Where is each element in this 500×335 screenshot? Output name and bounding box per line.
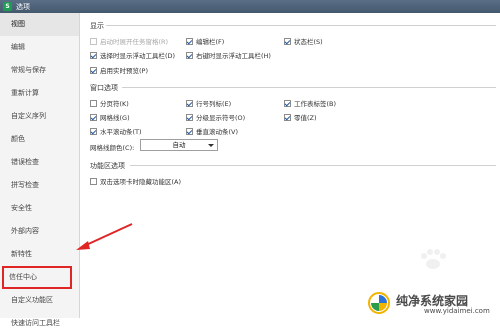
window-options-section-title: 窗口选项 (90, 84, 118, 92)
watermark-url: www.yidaimei.com (424, 307, 490, 315)
window-title: 选项 (16, 2, 30, 11)
sidebar-item-external-content[interactable]: 外部内容 (0, 220, 79, 243)
option-label: 启动时展开任务窗格(R) (100, 38, 169, 46)
option-label: 选择时显示浮动工具栏(D) (100, 52, 176, 60)
option-outline-symbols[interactable]: 分级显示符号(O) (186, 112, 245, 122)
option-label: 网格线(G) (100, 114, 130, 122)
sidebar-item-error-check[interactable]: 错误检查 (0, 151, 79, 174)
sidebar-item-edit[interactable]: 编辑 (0, 36, 79, 59)
checkbox[interactable] (90, 51, 97, 59)
option-select-floating-toolbar[interactable]: 选择时显示浮动工具栏(D) (90, 50, 175, 60)
sidebar-item-view[interactable]: 视图 (0, 13, 79, 36)
checkbox[interactable] (284, 113, 291, 121)
chevron-down-icon (208, 144, 214, 147)
sidebar-item-new-features[interactable]: 新特性 (0, 243, 79, 266)
sidebar-item-customize-ribbon[interactable]: 自定义功能区 (0, 289, 79, 312)
option-label: 工作表标签(B) (294, 100, 337, 108)
option-formula-bar[interactable]: 编辑栏(F) (186, 36, 224, 46)
checkbox[interactable] (90, 99, 97, 107)
sidebar-item-security[interactable]: 安全性 (0, 197, 79, 220)
display-section-title: 显示 (90, 22, 104, 30)
option-page-breaks[interactable]: 分页符(K) (90, 98, 129, 108)
sidebar-item-color[interactable]: 颜色 (0, 128, 79, 151)
option-label: 启用实时预览(P) (100, 67, 148, 75)
sidebar-item-custom-lists[interactable]: 自定义序列 (0, 105, 79, 128)
option-label: 零值(Z) (294, 114, 317, 122)
checkbox[interactable] (90, 113, 97, 121)
option-vertical-scrollbar[interactable]: 垂直滚动条(V) (186, 126, 238, 136)
gridline-color-value: 自动 (172, 141, 186, 149)
option-label: 双击选项卡时隐藏功能区(A) (100, 178, 182, 186)
checkbox[interactable] (90, 66, 97, 74)
sidebar-item-trust-center[interactable]: 信任中心 (2, 266, 72, 289)
paw-watermark-icon (421, 249, 446, 269)
option-zero-values[interactable]: 零值(Z) (284, 112, 317, 122)
option-label: 垂直滚动条(V) (196, 128, 239, 136)
option-label: 水平滚动条(T) (100, 128, 142, 136)
option-live-preview[interactable]: 启用实时预览(P) (90, 65, 148, 75)
gridline-color-label: 网格线颜色(C): (90, 144, 135, 152)
option-label: 右键时显示浮动工具栏(H) (196, 52, 271, 60)
checkbox[interactable] (186, 51, 193, 59)
sidebar-item-spell-check[interactable]: 拼写检查 (0, 174, 79, 197)
option-label: 编辑栏(F) (196, 38, 225, 46)
option-expand-task-pane[interactable]: 启动时展开任务窗格(R) (90, 36, 168, 46)
checkbox[interactable] (186, 113, 193, 121)
option-status-bar[interactable]: 状态栏(S) (284, 36, 323, 46)
display-divider (106, 25, 496, 26)
sidebar-item-recalculate[interactable]: 重新计算 (0, 82, 79, 105)
window-options-divider (122, 87, 496, 88)
title-bar: S 选项 (0, 0, 500, 13)
checkbox[interactable] (186, 99, 193, 107)
checkbox[interactable] (186, 37, 193, 45)
ribbon-section-title: 功能区选项 (90, 162, 125, 170)
checkbox[interactable] (284, 99, 291, 107)
option-gridlines[interactable]: 网格线(G) (90, 112, 130, 122)
site-logo-icon (368, 292, 390, 314)
options-sidebar: 视图 编辑 常规与保存 重新计算 自定义序列 颜色 错误检查 拼写检查 安全性 … (0, 13, 80, 327)
option-rightclick-floating-toolbar[interactable]: 右键时显示浮动工具栏(H) (186, 50, 271, 60)
option-label: 状态栏(S) (294, 38, 323, 46)
option-hide-ribbon-on-doubleclick[interactable]: 双击选项卡时隐藏功能区(A) (90, 176, 181, 186)
option-horizontal-scrollbar[interactable]: 水平滚动条(T) (90, 126, 142, 136)
sidebar-item-general-save[interactable]: 常规与保存 (0, 59, 79, 82)
checkbox[interactable] (186, 127, 193, 135)
ribbon-divider (130, 165, 496, 166)
checkbox[interactable] (90, 37, 97, 45)
checkbox[interactable] (90, 127, 97, 135)
sidebar-item-quick-access-toolbar[interactable]: 快速访问工具栏 (0, 312, 79, 335)
options-panel: 显示 启动时展开任务窗格(R) 编辑栏(F) 状态栏(S) 选择时显示浮动工具栏… (88, 13, 500, 318)
app-logo: S (3, 2, 12, 11)
option-label: 分级显示符号(O) (196, 114, 246, 122)
option-sheet-tabs[interactable]: 工作表标签(B) (284, 98, 336, 108)
checkbox[interactable] (284, 37, 291, 45)
checkbox[interactable] (90, 177, 97, 185)
option-row-col-headers[interactable]: 行号列标(E) (186, 98, 231, 108)
option-label: 行号列标(E) (196, 100, 232, 108)
gridline-color-select[interactable]: 自动 (140, 139, 218, 151)
option-label: 分页符(K) (100, 100, 129, 108)
